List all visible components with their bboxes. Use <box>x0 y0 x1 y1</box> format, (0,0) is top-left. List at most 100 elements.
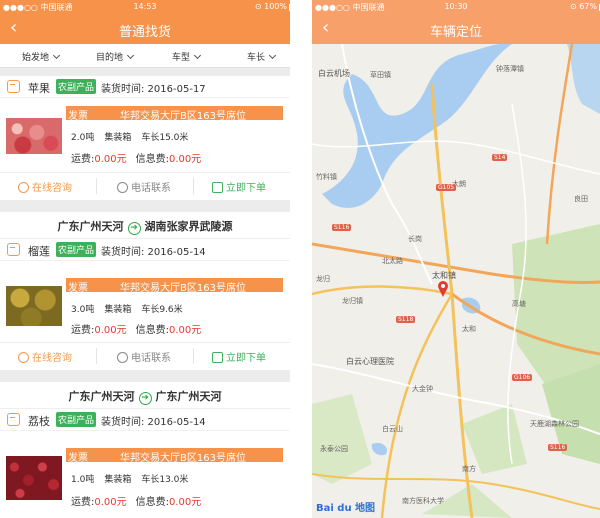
map-label: 南方 <box>462 465 476 473</box>
map-label: 白云山 <box>382 425 403 433</box>
cargo-box-icon <box>7 413 20 426</box>
road-shield: G106 <box>512 374 533 381</box>
order-now-button[interactable]: 立即下单 <box>212 349 266 364</box>
ship-date: 装货时间: 2016-05-14 <box>101 247 206 258</box>
baidu-map-logo: Bai du 地图 <box>316 503 376 514</box>
fee-line: 运费:0.00元 信息费:0.00元 <box>71 493 201 508</box>
map-label: 永泰公园 <box>320 445 348 453</box>
card-actions: 在线咨询 电话联系 立即下单 <box>0 172 290 198</box>
ship-date: 装货时间: 2016-05-14 <box>101 417 206 428</box>
vehicle-length: 车长13.0米 <box>141 475 189 485</box>
cargo-name: 榴莲 <box>28 245 50 258</box>
cart-icon <box>212 352 223 363</box>
fee-line: 运费:0.00元 信息费:0.00元 <box>71 321 201 336</box>
map-label: 钟落潭镇 <box>496 65 524 73</box>
freight-value: 0.00元 <box>94 497 127 508</box>
cargo-photo <box>6 118 62 154</box>
route-destination: 湖南张家界武陵源 <box>144 220 233 233</box>
filter-destination[interactable]: 目的地 <box>96 50 135 63</box>
online-consult-label: 在线咨询 <box>32 183 72 194</box>
cargo-header: 苹果 农副产品 装货时间: 2016-05-17 <box>0 76 290 98</box>
clock: 14:53 <box>133 2 157 11</box>
road-shield: S116 <box>548 444 568 451</box>
cargo-specs: 2.0吨 集装箱 车长15.0米 <box>71 130 198 143</box>
map-label: 大金钟 <box>412 385 433 393</box>
phone-contact-button[interactable]: 电话联系 <box>117 179 171 194</box>
fee-line: 运费:0.00元 信息费:0.00元 <box>71 150 201 165</box>
route-origin: 广东广州天河 <box>57 220 124 233</box>
route-destination: 广东广州天河 <box>155 390 222 403</box>
freight-label: 运费: <box>71 325 95 336</box>
vehicle-type: 集装箱 <box>104 133 132 143</box>
nav-bar: ‹ 车辆定位 <box>312 14 600 44</box>
route-origin: 广东广州天河 <box>68 390 135 403</box>
cargo-photo <box>6 286 62 326</box>
map-label: 竹料镇 <box>316 173 337 181</box>
cargo-weight: 2.0吨 <box>71 133 95 143</box>
freight-label: 运费: <box>71 154 95 165</box>
order-now-button[interactable]: 立即下单 <box>212 179 266 194</box>
info-fee-label: 信息费: <box>135 325 170 336</box>
route-header: 广东广州天河 ➔ 湖南张家界武陵源 <box>0 212 290 239</box>
map-label: 太和镇 <box>432 271 456 280</box>
battery-percent: ⊙ 67% <box>569 2 597 11</box>
online-consult-button[interactable]: 在线咨询 <box>18 179 72 194</box>
filter-vehicle-type[interactable]: 车型 <box>172 50 202 63</box>
invoice-label: 发票 <box>68 283 88 294</box>
invoice-bar: 发票 华邦交易大厅B区163号席位 <box>66 278 283 294</box>
page-title: 车辆定位 <box>429 25 482 40</box>
cargo-weight: 3.0吨 <box>71 305 95 315</box>
vehicle-length: 车长15.0米 <box>141 133 189 143</box>
vehicle-type: 集装箱 <box>104 475 132 485</box>
vehicle-location-screen: ●●●○○ 中国联通 10:30 ⊙ 67% ‹ 车辆定位 白云机场 草田镇 钟… <box>312 0 600 518</box>
map-label: 龙归 <box>316 275 330 283</box>
cargo-box-icon <box>7 243 20 256</box>
status-bar: ●●●○○ 中国联通 14:53 ⊙ 100% <box>0 0 290 14</box>
invoice-bar: 发票 华邦交易大厅B区163号席位 <box>66 106 283 122</box>
cart-icon <box>212 182 223 193</box>
map-label: 南方医科大学 <box>402 497 444 505</box>
invoice-label: 发票 <box>68 453 88 464</box>
filter-vehicle-type-label: 车型 <box>172 53 191 63</box>
arrow-right-icon: ➔ <box>138 392 152 405</box>
freight-value: 0.00元 <box>94 154 127 165</box>
phone-icon <box>117 182 128 193</box>
map-label: 良田 <box>574 195 588 203</box>
map-label: 草田镇 <box>370 71 391 79</box>
cargo-card[interactable]: 苹果 农副产品 装货时间: 2016-05-17 发票 华邦交易大厅B区163号… <box>0 76 290 200</box>
invoice-label: 发票 <box>68 111 88 122</box>
info-fee-value: 0.00元 <box>169 325 202 336</box>
road-shield: S116 <box>332 224 352 231</box>
phone-contact-button[interactable]: 电话联系 <box>117 349 171 364</box>
map-label: 北太路 <box>382 257 403 265</box>
online-consult-button[interactable]: 在线咨询 <box>18 349 72 364</box>
map-label: 太和 <box>462 325 476 333</box>
filter-vehicle-length[interactable]: 车长 <box>247 50 277 63</box>
booth-location: 华邦交易大厅B区163号席位 <box>120 111 246 122</box>
cargo-box-icon <box>7 80 20 93</box>
chat-icon <box>18 182 29 193</box>
cargo-card[interactable]: 广东广州天河 ➔ 湖南张家界武陵源 榴莲 农副产品 装货时间: 2016-05-14… <box>0 212 290 370</box>
phone-icon <box>117 352 128 363</box>
phone-contact-label: 电话联系 <box>131 353 171 364</box>
category-badge: 农副产品 <box>56 412 97 427</box>
booth-location: 华邦交易大厅B区163号席位 <box>120 283 246 294</box>
map-view[interactable]: 白云机场 草田镇 钟落潭镇 太和镇 北太路 长岗 白云心理医院 大金钟 白云山 … <box>312 44 600 518</box>
cargo-card[interactable]: 广东广州天河 ➔ 广东广州天河 荔枝 农副产品 装货时间: 2016-05-14 发… <box>0 382 290 518</box>
chevron-down-icon <box>193 51 202 60</box>
chevron-down-icon <box>52 51 61 60</box>
battery-icon <box>289 4 290 11</box>
category-badge: 农副产品 <box>56 242 97 257</box>
filter-bar: 始发地 目的地 车型 车长 <box>0 44 290 68</box>
filter-destination-label: 目的地 <box>96 53 124 63</box>
road-shield: G105 <box>436 184 457 191</box>
info-fee-label: 信息费: <box>135 497 170 508</box>
filter-origin[interactable]: 始发地 <box>22 50 61 63</box>
road-shield: S14 <box>492 154 508 161</box>
booth-location: 华邦交易大厅B区163号席位 <box>120 453 246 464</box>
map-label: 长岗 <box>408 235 422 243</box>
map-label: 天鹿湖森林公园 <box>530 420 579 428</box>
nav-bar: ‹ 普通找货 <box>0 14 290 44</box>
map-label-airport: 白云机场 <box>318 69 350 78</box>
cargo-photo <box>6 456 62 500</box>
